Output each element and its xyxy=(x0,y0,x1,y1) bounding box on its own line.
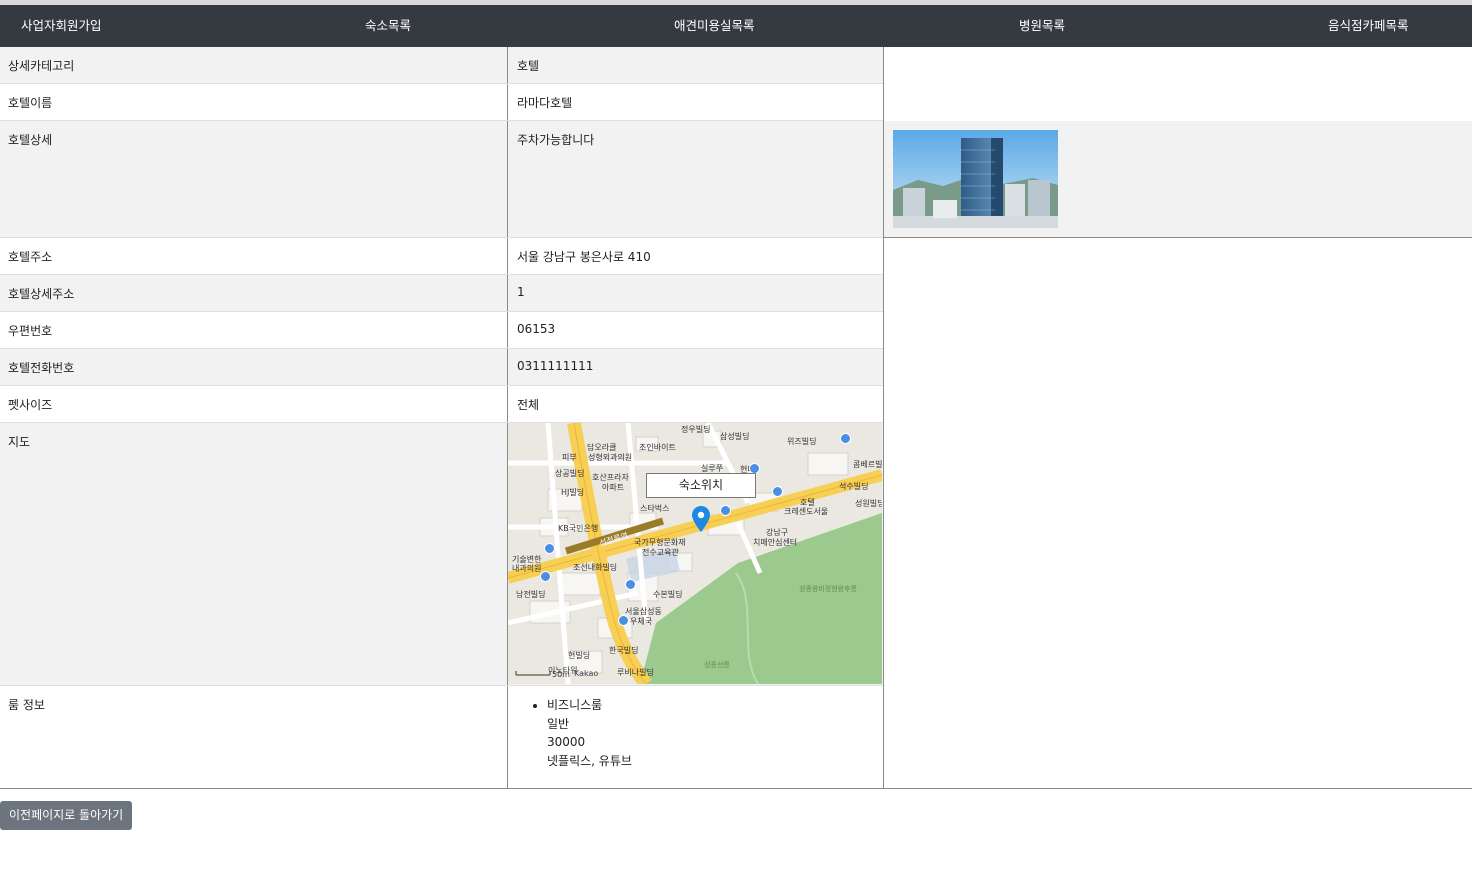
room-amenities: 넷플릭스, 유튜브 xyxy=(547,753,632,768)
address-label: 호텔주소 xyxy=(0,238,508,274)
map-place: 수본빌딩 xyxy=(653,590,683,599)
category-label: 상세카테고리 xyxy=(0,47,508,83)
postcode-value: 06153 xyxy=(517,322,556,336)
postcode-label: 우편번호 xyxy=(0,312,508,348)
map-place: 전수교육관 xyxy=(642,548,679,557)
nav-lodging-list[interactable]: 숙소목록 xyxy=(365,5,411,47)
map-place: 삼성빌딩 xyxy=(720,432,750,441)
side-panel-lower xyxy=(883,238,1472,789)
address-detail-row: 호텔상세주소 1 xyxy=(0,275,884,312)
map-place: 상공빌딩 xyxy=(555,469,585,478)
map-row: 지도 정우빌딩 삼성빌딩 위즈빌딩 조인바이트 담오라클 피부 성형외과의원 실… xyxy=(0,423,884,686)
bus-stop-icon xyxy=(544,543,555,554)
map-place: 조선내화빌딩 xyxy=(573,563,618,572)
map-place: 성원빌딩 xyxy=(855,499,882,508)
bus-stop-icon xyxy=(772,486,783,497)
phone-row: 호텔전화번호 0311111111 xyxy=(0,349,884,386)
bus-stop-icon xyxy=(840,433,851,444)
room-name: 비즈니스룸 xyxy=(547,698,603,712)
bus-stop-icon xyxy=(540,571,551,582)
room-label: 룸 정보 xyxy=(0,686,508,789)
side-panel-image xyxy=(883,121,1472,238)
name-row: 호텔이름 라마다호텔 xyxy=(0,84,884,121)
address-row: 호텔주소 서울 강남구 봉은사로 410 xyxy=(0,238,884,275)
back-button[interactable]: 이전페이지로 돌아가기 xyxy=(0,801,133,830)
map-place: 피부 xyxy=(562,453,577,462)
map-place: 정우빌딩 xyxy=(681,425,711,434)
bus-stop-icon xyxy=(618,615,629,626)
map-place: 호텔 xyxy=(800,498,815,507)
map-info-window: 숙소위치 xyxy=(646,473,756,498)
pet-size-label: 펫사이즈 xyxy=(0,386,508,422)
map-place: 치매안심센터 xyxy=(753,538,798,547)
map-place: 조인바이트 xyxy=(639,443,676,452)
table-bottom-border xyxy=(0,788,884,789)
location-pin-icon[interactable] xyxy=(692,506,710,532)
map-place: 성종선릉 xyxy=(704,661,730,669)
address-detail-label: 호텔상세주소 xyxy=(0,275,508,311)
map-place: 우체국 xyxy=(630,617,653,626)
name-label: 호텔이름 xyxy=(0,84,508,120)
address-detail-value: 1 xyxy=(517,285,525,299)
map-place: 성형외과의원 xyxy=(588,453,633,462)
address-value: 서울 강남구 봉은사로 410 xyxy=(517,250,651,264)
description-row: 호텔상세 주차가능합니다 xyxy=(0,121,884,238)
map-place: 성종왕비정현왕후릉 xyxy=(799,585,857,593)
postcode-row: 우편번호 06153 xyxy=(0,312,884,349)
map-place: 아파트 xyxy=(602,483,625,492)
map-place: 내과의원 xyxy=(512,564,542,573)
room-item: 비즈니스룸 일반 30000 넷플릭스, 유튜브 xyxy=(547,696,875,770)
room-type: 일반 xyxy=(547,716,570,731)
map-place: 콤베르빌 xyxy=(853,460,882,469)
category-value: 호텔 xyxy=(517,59,540,73)
room-list: 비즈니스룸 일반 30000 넷플릭스, 유튜브 xyxy=(517,696,875,770)
category-row: 상세카테고리 호텔 xyxy=(0,47,884,84)
kakao-map[interactable]: 정우빌딩 삼성빌딩 위즈빌딩 조인바이트 담오라클 피부 성형외과의원 실루쭈 … xyxy=(508,423,882,684)
map-scale: 50m xyxy=(552,670,570,679)
map-cell: 정우빌딩 삼성빌딩 위즈빌딩 조인바이트 담오라클 피부 성형외과의원 실루쭈 … xyxy=(508,423,884,685)
pet-size-row: 펫사이즈 전체 xyxy=(0,386,884,423)
phone-label: 호텔전화번호 xyxy=(0,349,508,385)
nav-grooming-list[interactable]: 애견미용실목록 xyxy=(674,5,755,47)
pet-size-value: 전체 xyxy=(517,398,540,412)
nav-hospital-list[interactable]: 병원목록 xyxy=(1019,5,1065,47)
room-price: 30000 xyxy=(547,735,586,749)
side-panel-upper xyxy=(883,47,1472,121)
hotel-detail-table: 상세카테고리 호텔 호텔이름 라마다호텔 호텔상세 주차가능합니다 호텔주소 서… xyxy=(0,47,884,789)
room-row: 룸 정보 비즈니스룸 일반 30000 넷플릭스, 유튜브 xyxy=(0,686,884,789)
map-place: 루비나빌딩 xyxy=(617,668,654,677)
top-navbar: 사업자회원가입 숙소목록 애견미용실목록 병원목록 음식점카페목록 xyxy=(0,5,1472,47)
map-place: KB국민은행 xyxy=(558,524,599,533)
map-brand: Kakao xyxy=(574,669,599,678)
description-label: 호텔상세 xyxy=(0,121,508,237)
map-place: 석수빌딩 xyxy=(839,482,869,491)
phone-value: 0311111111 xyxy=(517,359,594,373)
map-label: 지도 xyxy=(0,423,508,685)
map-place: 위즈빌딩 xyxy=(787,437,817,446)
map-place: 현빌딩 xyxy=(568,651,591,660)
map-place: HJ빌딩 xyxy=(561,488,585,497)
description-value: 주차가능합니다 xyxy=(517,133,595,147)
nav-restaurant-cafe-list[interactable]: 음식점카페목록 xyxy=(1328,5,1409,47)
bus-stop-icon xyxy=(720,505,731,516)
map-place: 남전빌딩 xyxy=(516,590,546,599)
map-place: 스타벅스 xyxy=(640,504,670,513)
hotel-photo xyxy=(893,130,1058,228)
bus-stop-icon xyxy=(625,579,636,590)
name-value: 라마다호텔 xyxy=(517,96,573,110)
nav-business-signup[interactable]: 사업자회원가입 xyxy=(21,5,102,47)
room-info: 비즈니스룸 일반 30000 넷플릭스, 유튜브 xyxy=(508,686,884,789)
map-place: 한국빌딩 xyxy=(609,646,639,655)
